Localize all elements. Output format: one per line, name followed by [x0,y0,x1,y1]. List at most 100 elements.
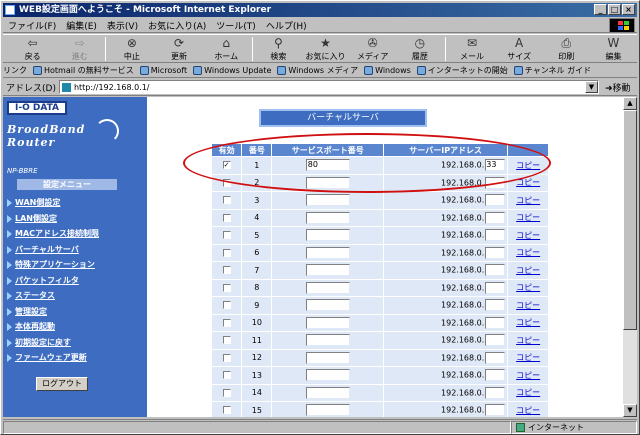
toolbar-button-search[interactable]: ⚲ 検索 [255,35,302,63]
server-ip-input[interactable] [485,404,506,417]
enabled-checkbox[interactable] [222,336,231,345]
server-ip-input[interactable] [485,369,506,382]
server-ip-input[interactable] [485,299,506,312]
scroll-down-icon[interactable]: ▼ [623,404,637,417]
toolbar-button-font-size[interactable]: A サイズ [496,35,543,63]
server-ip-input[interactable] [485,194,506,207]
copy-link[interactable]: コピー [516,248,540,257]
link-item[interactable]: Microsoft [139,66,187,75]
service-port-input[interactable] [305,281,350,294]
enabled-checkbox[interactable] [222,266,231,275]
sidebar-item[interactable]: MACアドレス接続制限 [5,226,145,242]
scroll-thumb[interactable] [623,110,637,330]
menu-view[interactable]: 表示(V) [102,19,143,32]
copy-link[interactable]: コピー [516,371,540,380]
menu-tools[interactable]: ツール(T) [211,19,261,32]
service-port-input[interactable] [305,264,350,277]
service-port-input[interactable] [305,334,350,347]
enabled-checkbox[interactable] [222,301,231,310]
server-ip-input[interactable] [485,386,506,399]
enabled-checkbox[interactable] [222,213,231,222]
service-port-input[interactable] [305,386,350,399]
scroll-up-icon[interactable]: ▲ [623,97,637,110]
go-button[interactable]: ➜移動 [605,81,631,94]
service-port-input[interactable] [305,229,350,242]
toolbar-button-back-arrow[interactable]: ⇦ 戻る [9,35,56,63]
sidebar-item[interactable]: ファームウェア更新 [5,350,145,366]
link-item[interactable]: チャンネル ガイド [513,65,591,76]
link-item[interactable]: Windows メディア [277,65,358,76]
enabled-checkbox[interactable] [222,231,231,240]
server-ip-input[interactable] [485,229,506,242]
sidebar-item[interactable]: ステータス [5,288,145,304]
service-port-input[interactable] [305,194,350,207]
service-port-input[interactable] [305,316,350,329]
sidebar-item[interactable]: LAN側設定 [5,211,145,227]
copy-link[interactable]: コピー [516,266,540,275]
sidebar-item[interactable]: 特殊アプリケーション [5,257,145,273]
menu-file[interactable]: ファイル(F) [3,19,61,32]
enabled-checkbox[interactable] [222,388,231,397]
copy-link[interactable]: コピー [516,283,540,292]
copy-link[interactable]: コピー [516,213,540,222]
menu-favorites[interactable]: お気に入り(A) [143,19,211,32]
close-button[interactable]: × [622,4,635,15]
link-item[interactable]: インターネットの開始 [416,65,508,76]
address-input[interactable]: http://192.168.0.1/ ▼ [58,80,599,94]
menu-help[interactable]: ヘルプ(H) [261,19,312,32]
service-port-input[interactable] [305,404,350,417]
enabled-checkbox[interactable] [222,196,231,205]
toolbar-button-media[interactable]: ✇ メディア [349,35,396,63]
sidebar-item[interactable]: バーチャルサーバ [5,242,145,258]
toolbar-button-stop[interactable]: ⊗ 中止 [108,35,155,63]
enabled-checkbox[interactable] [222,371,231,380]
copy-link[interactable]: コピー [516,301,540,310]
link-item[interactable]: Windows [364,66,411,75]
sidebar-item[interactable]: パケットフィルタ [5,273,145,289]
enabled-checkbox[interactable] [222,406,231,415]
service-port-input[interactable] [305,299,350,312]
sidebar-item[interactable]: WAN側設定 [5,195,145,211]
toolbar-button-forward-arrow[interactable]: ⇨ 進む [56,35,103,63]
service-port-input[interactable] [305,369,350,382]
enabled-checkbox[interactable] [222,353,231,362]
vertical-scrollbar[interactable]: ▲ ▼ [623,97,637,417]
server-ip-input[interactable] [485,264,506,277]
sidebar-item[interactable]: 初期設定に戻す [5,335,145,351]
toolbar-button-refresh[interactable]: ⟳ 更新 [155,35,202,63]
service-port-input[interactable] [305,211,350,224]
maximize-button[interactable]: □ [608,4,621,15]
server-ip-input[interactable] [485,351,506,364]
enabled-checkbox[interactable] [222,248,231,257]
enabled-checkbox[interactable] [222,318,231,327]
copy-link[interactable]: コピー [516,336,540,345]
sidebar-item[interactable]: 本体再起動 [5,319,145,335]
copy-link[interactable]: コピー [516,318,540,327]
server-ip-input[interactable] [485,334,506,347]
copy-link[interactable]: コピー [516,406,540,415]
copy-link[interactable]: コピー [516,196,540,205]
copy-link[interactable]: コピー [516,388,540,397]
menu-edit[interactable]: 編集(E) [61,19,102,32]
sidebar-item[interactable]: 管理設定 [5,304,145,320]
service-port-input[interactable] [305,246,350,259]
link-item[interactable]: Windows Update [193,66,271,75]
logout-button[interactable]: ログアウト [36,377,88,391]
toolbar-button-print[interactable]: ⎙ 印刷 [543,35,590,63]
toolbar-button-favorites[interactable]: ★ お気に入り [302,35,349,63]
toolbar-button-home[interactable]: ⌂ ホーム [203,35,250,63]
toolbar-button-mail[interactable]: ✉ メール [448,35,495,63]
toolbar-button-history[interactable]: ◷ 履歴 [396,35,443,63]
enabled-checkbox[interactable] [222,283,231,292]
server-ip-input[interactable] [485,316,506,329]
copy-link[interactable]: コピー [516,353,540,362]
toolbar-button-edit[interactable]: W 編集 [590,35,637,63]
copy-link[interactable]: コピー [516,231,540,240]
server-ip-input[interactable] [485,211,506,224]
minimize-button[interactable]: _ [594,4,607,15]
service-port-input[interactable] [305,351,350,364]
server-ip-input[interactable] [485,246,506,259]
server-ip-input[interactable] [485,281,506,294]
address-dropdown-icon[interactable]: ▼ [584,81,598,93]
link-item[interactable]: Hotmail の無料サービス [33,65,134,76]
